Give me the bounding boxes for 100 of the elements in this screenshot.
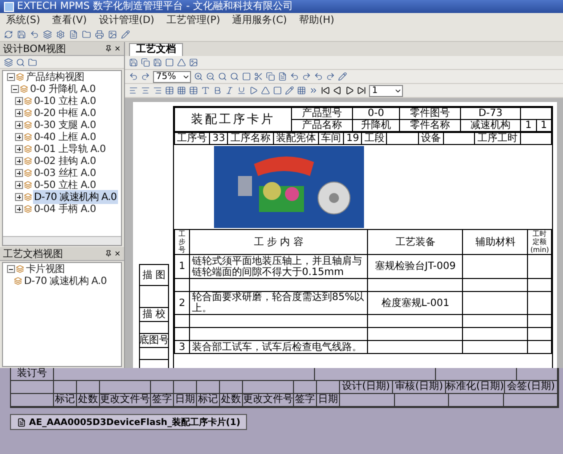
menu-item[interactable]: 帮助(H) xyxy=(298,13,334,27)
triangle-icon[interactable] xyxy=(177,58,186,67)
copy-icon[interactable] xyxy=(141,58,150,67)
search-icon[interactable] xyxy=(16,58,25,67)
expand-toggle-icon[interactable] xyxy=(15,181,23,190)
paste-icon[interactable] xyxy=(278,72,287,81)
box-icon[interactable] xyxy=(273,86,282,95)
close-icon[interactable] xyxy=(114,250,121,258)
menu-item[interactable]: 设计管理(D) xyxy=(98,13,154,27)
zoom-combo[interactable]: 75% xyxy=(153,70,191,82)
table-cell: 处数 xyxy=(220,394,243,407)
pin-icon[interactable] xyxy=(105,45,112,52)
scrollbar[interactable] xyxy=(3,236,121,246)
previous-page-icon[interactable] xyxy=(333,86,342,95)
document-tab[interactable]: 工艺文档 xyxy=(129,43,183,56)
next-page-icon[interactable] xyxy=(345,86,354,95)
menu-item[interactable]: 查看(V) xyxy=(52,13,87,27)
page-icon[interactable] xyxy=(242,72,251,81)
expand-toggle-icon[interactable] xyxy=(11,85,19,94)
tree-item[interactable]: 0-50 立柱 A.0 xyxy=(33,178,97,192)
tree-item[interactable]: 0-03 丝杠 A.0 xyxy=(33,166,97,180)
zoom-out-icon[interactable] xyxy=(206,72,215,81)
align-left-icon[interactable] xyxy=(129,86,138,95)
table-cell: 零件图号 xyxy=(410,108,450,119)
table-cell: 工序名称 xyxy=(230,133,270,144)
folder-icon[interactable] xyxy=(82,30,91,38)
grid-icon[interactable] xyxy=(297,86,306,95)
rotate-right-icon[interactable] xyxy=(302,72,311,81)
underline-icon[interactable] xyxy=(237,86,246,95)
image-icon[interactable] xyxy=(108,30,117,38)
expand-toggle-icon[interactable] xyxy=(7,265,15,274)
node-icon xyxy=(16,73,24,82)
tree-item[interactable]: 0-04 手柄 A.0 xyxy=(33,202,97,216)
find-icon[interactable] xyxy=(230,72,239,81)
menu-item[interactable]: 通用服务(C) xyxy=(232,13,287,27)
table-cell: 工序工时 xyxy=(477,133,518,144)
tree-item[interactable]: D-70 减速机构 A.0 xyxy=(23,274,108,288)
close-icon[interactable] xyxy=(114,45,121,52)
cut-icon[interactable] xyxy=(254,72,263,81)
align-right-icon[interactable] xyxy=(153,86,162,95)
folder-icon[interactable] xyxy=(28,58,37,67)
text-icon[interactable] xyxy=(201,86,210,95)
tree-item[interactable]: 0-30 支腿 A.0 xyxy=(33,118,97,132)
tree-item[interactable]: 产品结构视图 xyxy=(25,71,86,84)
image-icon[interactable] xyxy=(189,58,198,67)
taskbar-tab[interactable]: AE_AAA0005D3DeviceFlash_装配工序卡片(1) xyxy=(10,414,248,430)
first-page-icon[interactable] xyxy=(321,86,330,95)
expand-toggle-icon[interactable] xyxy=(15,97,23,106)
triangle-icon[interactable] xyxy=(261,86,270,95)
node-icon xyxy=(24,157,32,166)
expand-toggle-icon[interactable] xyxy=(15,121,23,130)
pin-icon[interactable] xyxy=(105,250,112,258)
expand-toggle-icon[interactable] xyxy=(15,169,23,178)
more-icon[interactable] xyxy=(309,86,318,95)
settings-icon[interactable] xyxy=(56,30,65,38)
expand-toggle-icon[interactable] xyxy=(15,109,23,118)
align-center-icon[interactable] xyxy=(141,86,150,95)
undo-icon[interactable] xyxy=(30,30,39,38)
tree-item[interactable]: 0-40 上框 A.0 xyxy=(33,130,97,144)
expand-toggle-icon[interactable] xyxy=(15,133,23,142)
tree-item[interactable]: 0-20 中框 A.0 xyxy=(33,106,97,120)
search-icon[interactable] xyxy=(218,72,227,81)
last-page-icon[interactable] xyxy=(357,86,366,95)
tree-item[interactable]: D-70 减速机构 A.0 xyxy=(33,190,118,204)
expand-toggle-icon[interactable] xyxy=(7,73,15,82)
zoom-in-icon[interactable] xyxy=(194,72,203,81)
document-icon[interactable] xyxy=(69,30,78,38)
tree-item[interactable]: 0-02 挂钩 A.0 xyxy=(33,154,97,168)
bold-icon[interactable] xyxy=(213,86,222,95)
table-cell: 33 xyxy=(212,133,226,144)
pencil-icon[interactable] xyxy=(285,86,294,95)
redo-icon[interactable] xyxy=(141,72,150,81)
table-icon[interactable] xyxy=(165,86,174,95)
refresh-icon[interactable] xyxy=(4,30,13,38)
expand-toggle-icon[interactable] xyxy=(15,205,23,214)
node-icon xyxy=(14,277,22,286)
italic-icon[interactable] xyxy=(225,86,234,95)
tree-item[interactable]: 卡片视图 xyxy=(25,263,66,276)
expand-toggle-icon[interactable] xyxy=(15,193,23,202)
copy-icon[interactable] xyxy=(266,72,275,81)
tree-item[interactable]: 0-01 上导轨 A.0 xyxy=(33,142,107,156)
menu-item[interactable]: 系统(S) xyxy=(6,13,40,27)
page-combo[interactable]: 1 xyxy=(369,84,403,96)
pencil-icon[interactable] xyxy=(121,30,130,38)
menu-item[interactable]: 工艺管理(P) xyxy=(166,13,220,27)
save-icon[interactable] xyxy=(17,30,26,38)
grid-icon[interactable] xyxy=(177,86,186,95)
rotate-left-icon[interactable] xyxy=(290,72,299,81)
tree-item[interactable]: 0-10 立柱 A.0 xyxy=(33,94,97,108)
save-icon[interactable] xyxy=(129,58,138,67)
table-cell: 减速机构 xyxy=(470,120,510,131)
expand-toggle-icon[interactable] xyxy=(15,157,23,166)
tree-item[interactable]: 0-0 升降机 A.0 xyxy=(29,82,97,96)
undo-icon[interactable] xyxy=(129,72,138,81)
print-icon[interactable] xyxy=(95,30,104,38)
expand-toggle-icon[interactable] xyxy=(15,145,23,154)
layers-icon[interactable] xyxy=(43,30,52,38)
frame-icon[interactable] xyxy=(165,58,174,67)
play-icon[interactable] xyxy=(249,86,258,95)
pencil-icon[interactable] xyxy=(338,72,347,81)
